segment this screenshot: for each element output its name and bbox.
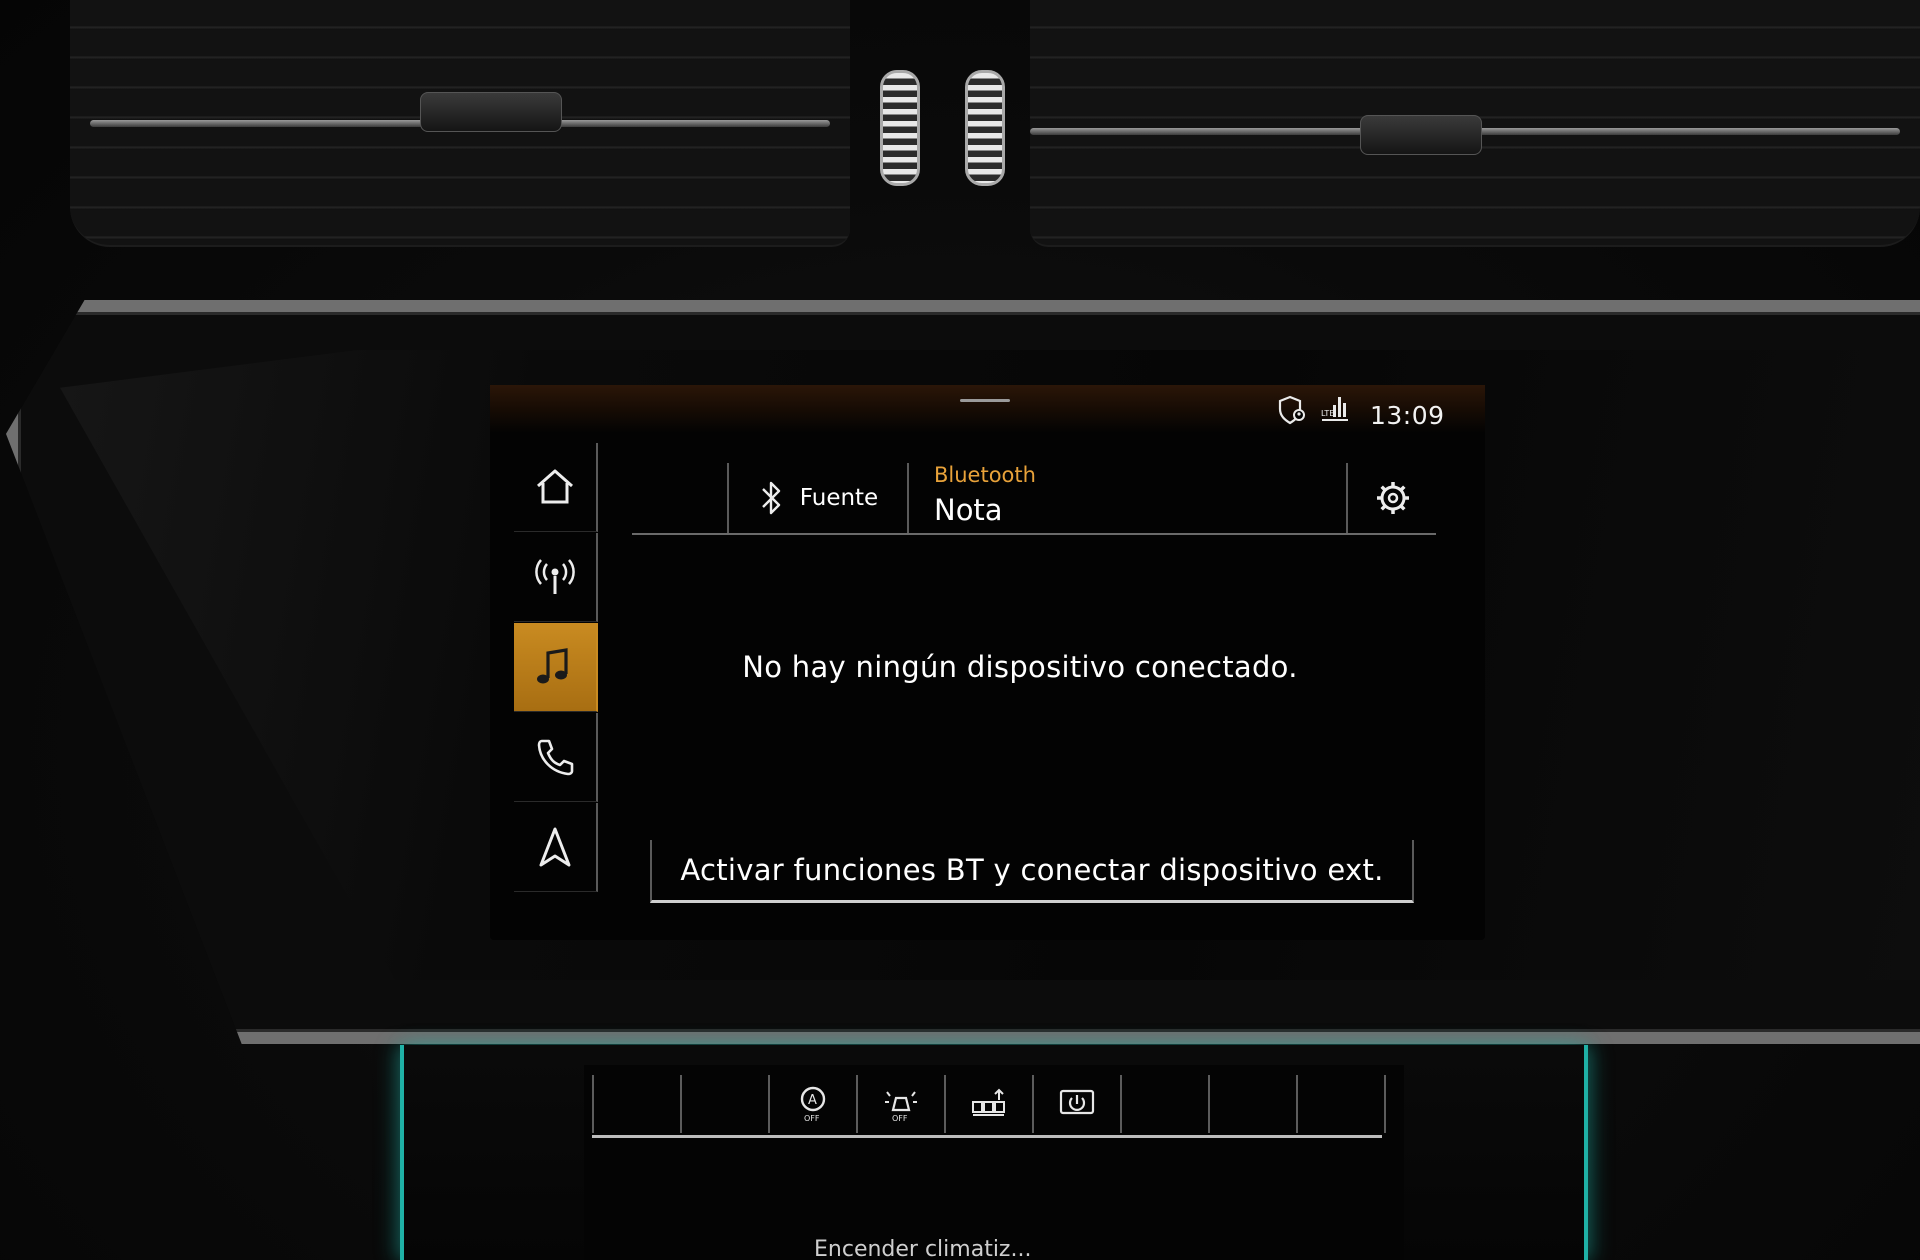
- parking-assist-off-label: OFF: [892, 1114, 908, 1123]
- nav-item-home[interactable]: [514, 443, 598, 532]
- header-divider: [632, 533, 1436, 535]
- source-type-label: Bluetooth: [934, 463, 1036, 487]
- quick-slot-empty[interactable]: [1120, 1075, 1208, 1133]
- lte-signal-icon: LTE: [1321, 397, 1348, 421]
- media-title: Nota: [934, 493, 1003, 527]
- source-button[interactable]: Fuente: [727, 463, 909, 533]
- clock: 13:09: [1370, 401, 1445, 430]
- display-power-icon: [1059, 1089, 1095, 1115]
- status-bar-handle[interactable]: [960, 399, 1010, 402]
- parking-assist-off-icon: OFF: [885, 1091, 917, 1123]
- svg-text:A: A: [808, 1093, 817, 1108]
- navigation-icon: [539, 827, 571, 867]
- start-stop-button[interactable]: A OFF: [768, 1075, 856, 1133]
- quick-slot-empty[interactable]: [680, 1075, 768, 1133]
- nav-item-media[interactable]: [514, 623, 598, 712]
- home-icon: [537, 469, 573, 504]
- start-stop-off-label: OFF: [804, 1114, 820, 1123]
- quick-slot-empty[interactable]: [1296, 1075, 1386, 1133]
- bluetooth-icon: [761, 481, 780, 515]
- vent-control-knob: [1360, 115, 1482, 155]
- gear-icon: [1377, 482, 1409, 514]
- climate-screen: A OFF OFF Encender climatiz...: [584, 1065, 1404, 1260]
- nav-item-navigation[interactable]: [514, 803, 598, 892]
- center-vent-left: [880, 70, 920, 186]
- seat-heating-icon: [972, 1088, 1005, 1116]
- vent-control-knob: [420, 92, 562, 132]
- seat-heating-button[interactable]: [944, 1075, 1032, 1133]
- right-air-vent: [1030, 0, 1920, 247]
- music-icon: [537, 648, 568, 684]
- parking-assist-button[interactable]: OFF: [856, 1075, 944, 1133]
- activate-bt-button[interactable]: Activar funciones BT y conectar disposit…: [650, 840, 1414, 903]
- quick-access-bar: A OFF OFF: [592, 1075, 1386, 1138]
- nav-item-radio[interactable]: [514, 533, 598, 622]
- nav-item-phone[interactable]: [514, 713, 598, 802]
- shield-location-icon: [1278, 395, 1305, 425]
- climate-label: Encender climatiz...: [814, 1237, 1032, 1260]
- left-air-vent: [70, 0, 850, 247]
- climate-control-panel: A OFF OFF Encender climatiz...: [400, 1045, 1588, 1260]
- display-off-button[interactable]: [1032, 1075, 1120, 1133]
- quick-slot-empty[interactable]: [592, 1075, 680, 1133]
- no-device-message: No hay ningún dispositivo conectado.: [742, 650, 1298, 684]
- media-title-area: Bluetooth Nota: [908, 457, 1328, 533]
- radio-icon: [535, 559, 575, 594]
- svg-text:LTE: LTE: [1321, 409, 1334, 418]
- settings-button[interactable]: [1346, 463, 1438, 533]
- quick-slot-empty[interactable]: [1208, 1075, 1296, 1133]
- phone-icon: [537, 739, 574, 776]
- center-vent-right: [965, 70, 1005, 186]
- car-dashboard: LTE 13:09 Fuente Bluetooth Nota No hay n…: [0, 0, 1920, 1260]
- source-label: Fuente: [799, 485, 879, 511]
- start-stop-off-icon: A OFF: [800, 1086, 826, 1123]
- infotainment-screen: LTE 13:09 Fuente Bluetooth Nota No hay n…: [490, 385, 1485, 940]
- status-bar[interactable]: LTE 13:09: [490, 385, 1485, 433]
- main-nav-rail: [514, 443, 598, 893]
